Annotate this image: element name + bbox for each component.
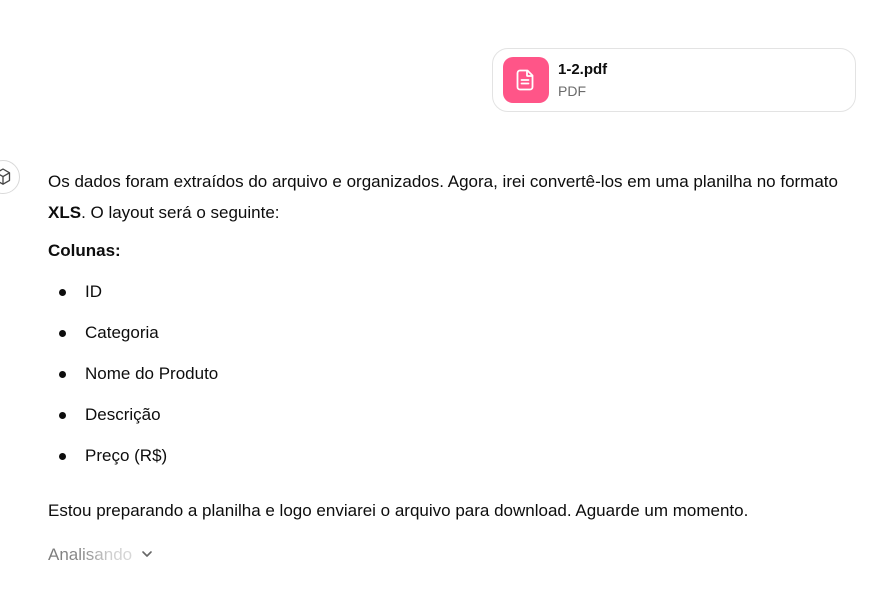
list-item-label: Nome do Produto <box>85 364 219 383</box>
document-icon <box>503 57 549 103</box>
bullet-icon <box>59 330 66 337</box>
bullet-icon <box>59 412 66 419</box>
bullet-icon <box>59 371 66 378</box>
paragraph-text-end: . O layout será o seguinte: <box>81 203 280 222</box>
attachment-card[interactable]: 1-2.pdf PDF <box>492 48 856 112</box>
message-paragraph: Os dados foram extraídos do arquivo e or… <box>48 166 848 228</box>
list-item-label: Categoria <box>85 323 159 342</box>
chat-view: 1-2.pdf PDF Os dados foram extraídos do … <box>0 0 886 606</box>
list-item-label: ID <box>85 282 102 301</box>
bullet-icon <box>59 453 66 460</box>
column-list: ID Categoria Nome do Produto Descrição P… <box>48 271 848 476</box>
status-text: Analisando <box>48 539 132 570</box>
list-item: ID <box>48 271 848 312</box>
list-item: Categoria <box>48 312 848 353</box>
analysis-status-toggle[interactable]: Analisando <box>48 541 848 567</box>
list-item-label: Preço (R$) <box>85 446 168 465</box>
paragraph-text: Os dados foram extraídos do arquivo e or… <box>48 172 838 191</box>
columns-heading: Colunas: <box>48 241 121 260</box>
chevron-down-icon[interactable] <box>140 547 154 561</box>
message-paragraph-2: Estou preparando a planilha e logo envia… <box>48 501 749 520</box>
attachment-file-type: PDF <box>558 82 586 99</box>
attachment-file-name: 1-2.pdf <box>558 60 608 78</box>
format-name: XLS <box>48 203 82 222</box>
assistant-logo-icon <box>0 160 20 194</box>
list-item: Preço (R$) <box>48 435 848 476</box>
list-item-label: Descrição <box>85 405 161 424</box>
list-item: Descrição <box>48 394 848 435</box>
bullet-icon <box>59 289 66 296</box>
assistant-message: Os dados foram extraídos do arquivo e or… <box>48 166 848 567</box>
list-item: Nome do Produto <box>48 353 848 394</box>
